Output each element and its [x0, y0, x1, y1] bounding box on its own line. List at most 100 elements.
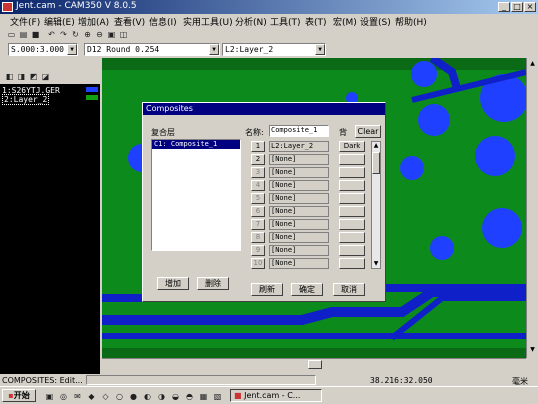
composite-list[interactable]: C1: Composite_1 — [151, 139, 241, 251]
minimize-button[interactable]: _ — [498, 2, 510, 12]
quicklaunch-app-icon[interactable]: ◑ — [156, 391, 167, 402]
zoom-out-icon[interactable]: ⊖ — [94, 29, 105, 40]
chevron-down-icon[interactable]: ▼ — [67, 44, 77, 55]
redo-icon[interactable]: ↷ — [58, 29, 69, 40]
scroll-up-icon[interactable]: ▲ — [372, 142, 380, 150]
row-polarity-button[interactable] — [339, 232, 365, 243]
taskbar-task-camdoc[interactable]: ■ Jent.cam - C... — [230, 389, 322, 402]
quicklaunch-app-icon[interactable]: ● — [128, 391, 139, 402]
new-file-icon[interactable]: ▭ — [6, 29, 17, 40]
row-polarity-button[interactable] — [339, 206, 365, 217]
row-polarity-button[interactable] — [339, 245, 365, 256]
row-layer-field[interactable]: [None] — [269, 245, 329, 256]
row-polarity-button[interactable] — [339, 154, 365, 165]
quicklaunch-outlook-icon[interactable]: ✉ — [72, 391, 83, 402]
quicklaunch-app-icon[interactable]: ◇ — [100, 391, 111, 402]
menu-add[interactable]: 增加(A) — [78, 15, 109, 28]
open-folder-icon[interactable]: ▤ — [18, 29, 29, 40]
row-polarity-button[interactable] — [339, 219, 365, 230]
menu-edit[interactable]: 编辑(E) — [44, 15, 75, 28]
rows-scrollbar[interactable]: ▲ ▼ — [371, 141, 381, 269]
close-button[interactable]: × — [524, 2, 536, 12]
row-number-button[interactable]: 1 — [251, 141, 265, 152]
scroll-down-icon[interactable]: ▼ — [528, 346, 537, 354]
row-layer-field[interactable]: [None] — [269, 219, 329, 230]
layer-color-swatch[interactable] — [86, 95, 98, 100]
row-number-button[interactable]: 7 — [251, 219, 265, 230]
scroll-up-icon[interactable]: ▲ — [528, 60, 537, 68]
scroll-down-icon[interactable]: ▼ — [372, 260, 380, 268]
menu-tables[interactable]: 表(T) — [305, 15, 327, 28]
scroll-thumb[interactable] — [308, 360, 322, 369]
row-layer-field[interactable]: [None] — [269, 193, 329, 204]
row-number-button[interactable]: 4 — [251, 180, 265, 191]
quicklaunch-app-icon[interactable]: ◒ — [170, 391, 181, 402]
zoom-in-icon[interactable]: ⊕ — [82, 29, 93, 40]
row-layer-field[interactable]: [None] — [269, 180, 329, 191]
row-number-button[interactable]: 8 — [251, 232, 265, 243]
zoom-all-icon[interactable]: ◫ — [118, 29, 129, 40]
row-number-button[interactable]: 2 — [251, 154, 265, 165]
undo-icon[interactable]: ↶ — [46, 29, 57, 40]
scroll-thumb[interactable] — [372, 152, 380, 174]
menu-help[interactable]: 帮助(H) — [395, 15, 427, 28]
row-layer-field[interactable]: [None] — [269, 167, 329, 178]
row-number-button[interactable]: 3 — [251, 167, 265, 178]
row-number-button[interactable]: 5 — [251, 193, 265, 204]
quicklaunch-ie-icon[interactable]: ◎ — [58, 391, 69, 402]
quicklaunch-app-icon[interactable]: ◓ — [184, 391, 195, 402]
row-polarity-button[interactable] — [339, 258, 365, 269]
menu-utilities[interactable]: 实用工具(U) — [183, 15, 233, 28]
row-layer-field[interactable]: [None] — [269, 206, 329, 217]
row-layer-field[interactable]: [None] — [269, 154, 329, 165]
menu-analysis[interactable]: 分析(N) — [235, 15, 267, 28]
menu-settings[interactable]: 设置(S) — [360, 15, 391, 28]
row-number-button[interactable]: 9 — [251, 245, 265, 256]
canvas-horizontal-scrollbar[interactable] — [102, 358, 526, 370]
row-number-button[interactable]: 6 — [251, 206, 265, 217]
layer-color-swatch[interactable] — [86, 87, 98, 92]
row-polarity-button[interactable] — [339, 167, 365, 178]
cancel-button[interactable]: 取消 — [333, 283, 365, 296]
row-layer-field[interactable]: L2:Layer_2 — [269, 141, 329, 152]
quicklaunch-app-icon[interactable]: ◆ — [86, 391, 97, 402]
start-button[interactable]: ▪开始 — [2, 389, 36, 402]
quicklaunch-desktop-icon[interactable]: ▣ — [44, 391, 55, 402]
refresh-button[interactable]: 刷新 — [251, 283, 283, 296]
quicklaunch-app-icon[interactable]: ▦ — [198, 391, 209, 402]
delete-button[interactable]: 删除 — [197, 277, 229, 290]
layer-item[interactable]: 2:Layer_2 — [2, 94, 50, 105]
chevron-down-icon[interactable]: ▼ — [315, 44, 325, 55]
layer-settings-icon[interactable]: ◪ — [40, 71, 51, 82]
redraw-icon[interactable]: ↻ — [70, 29, 81, 40]
menu-file[interactable]: 文件(F) — [10, 15, 40, 28]
row-polarity-button[interactable]: Dark — [339, 141, 365, 152]
menu-macro[interactable]: 宏(M) — [333, 15, 357, 28]
row-layer-field[interactable]: [None] — [269, 232, 329, 243]
row-layer-field[interactable]: [None] — [269, 258, 329, 269]
menu-info[interactable]: 信息(I) — [149, 15, 177, 28]
quicklaunch-app-icon[interactable]: ◐ — [142, 391, 153, 402]
zoom-window-icon[interactable]: ▣ — [106, 29, 117, 40]
add-button[interactable]: 增加 — [157, 277, 189, 290]
layer-visible-icon[interactable]: ◩ — [28, 71, 39, 82]
layer-color-icon[interactable]: ◨ — [16, 71, 27, 82]
save-icon[interactable]: ■ — [30, 29, 41, 40]
composite-list-item[interactable]: C1: Composite_1 — [152, 140, 240, 149]
layer-select[interactable]: L2:Layer_2 ▼ — [222, 43, 326, 56]
name-field[interactable]: Composite_1 — [269, 125, 329, 137]
dcode-select[interactable]: D12 Round 0.254 ▼ — [84, 43, 220, 56]
quicklaunch-app-icon[interactable]: ▧ — [212, 391, 223, 402]
row-number-button[interactable]: 10 — [251, 258, 265, 269]
maximize-button[interactable]: □ — [511, 2, 523, 12]
quicklaunch-app-icon[interactable]: ○ — [114, 391, 125, 402]
coords-field[interactable]: S.000:3.000 ▼ — [8, 43, 78, 56]
row-polarity-button[interactable] — [339, 180, 365, 191]
chevron-down-icon[interactable]: ▼ — [209, 44, 219, 55]
layer-add-icon[interactable]: ◧ — [4, 71, 15, 82]
menu-tools[interactable]: 工具(T) — [270, 15, 301, 28]
ok-button[interactable]: 确定 — [291, 283, 323, 296]
menu-view[interactable]: 查看(V) — [114, 15, 145, 28]
canvas-vertical-scrollbar[interactable]: ▲ ▼ — [526, 58, 538, 358]
row-polarity-button[interactable] — [339, 193, 365, 204]
